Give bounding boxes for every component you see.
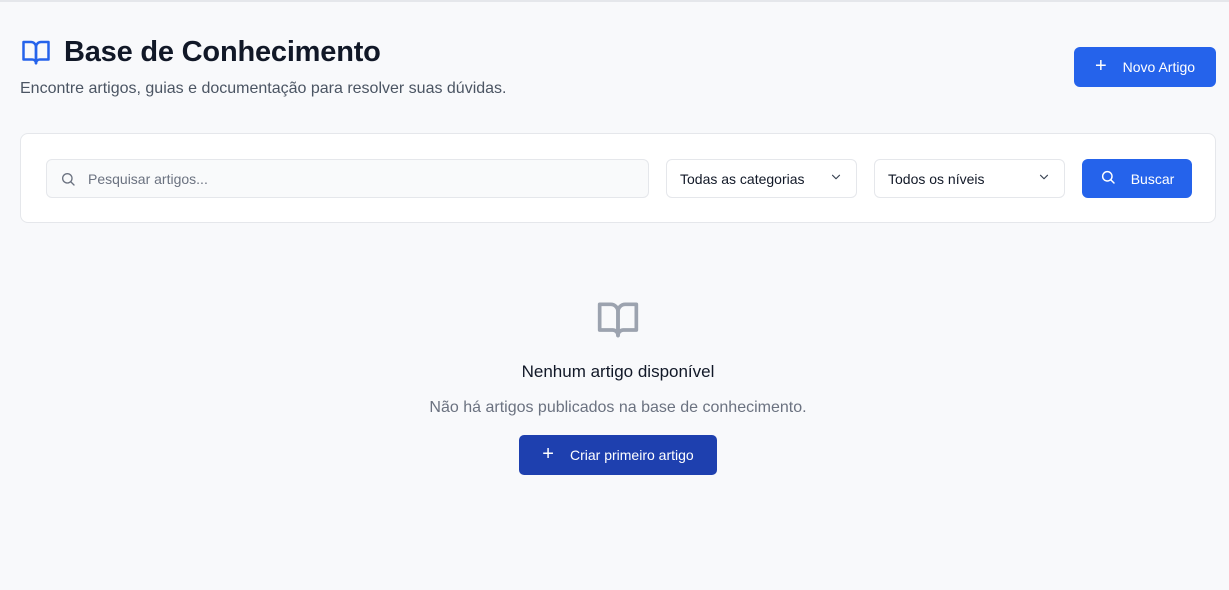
top-border [0,0,1229,2]
book-open-icon [20,36,52,68]
search-field[interactable] [46,159,649,198]
search-input[interactable] [88,170,588,187]
empty-state-text: Não há artigos publicados na base de con… [429,399,807,416]
plus-icon: + [1094,55,1107,77]
category-select[interactable]: Todas as categorias [666,159,857,198]
search-button[interactable]: Buscar [1082,159,1192,198]
chevron-down-icon [829,170,843,187]
title-row: Base de Conhecimento [20,34,1216,70]
category-select-value: Todas as categorias [680,170,805,187]
search-filter-card: Todas as categorias Todos os níveis Busc… [20,133,1216,223]
book-open-icon [595,296,641,342]
create-first-article-button[interactable]: + Criar primeiro artigo [519,435,717,475]
new-article-label: Novo Artigo [1122,59,1196,75]
search-button-label: Buscar [1130,170,1175,187]
new-article-button[interactable]: + Novo Artigo [1074,47,1216,87]
create-first-article-label: Criar primeiro artigo [569,447,694,463]
level-select-value: Todos os níveis [888,170,985,187]
page-title: Base de Conhecimento [64,35,381,68]
search-icon [60,171,76,187]
empty-state-title: Nenhum artigo disponível [521,362,715,381]
plus-icon: + [542,443,554,465]
level-select[interactable]: Todos os níveis [874,159,1065,198]
empty-state: Nenhum artigo disponível Não há artigos … [0,296,1229,417]
page-subtitle: Encontre artigos, guias e documentação p… [20,80,507,97]
page-header: Base de Conhecimento Encontre artigos, g… [20,34,1216,104]
chevron-down-icon [1037,170,1051,187]
search-icon [1100,169,1116,188]
